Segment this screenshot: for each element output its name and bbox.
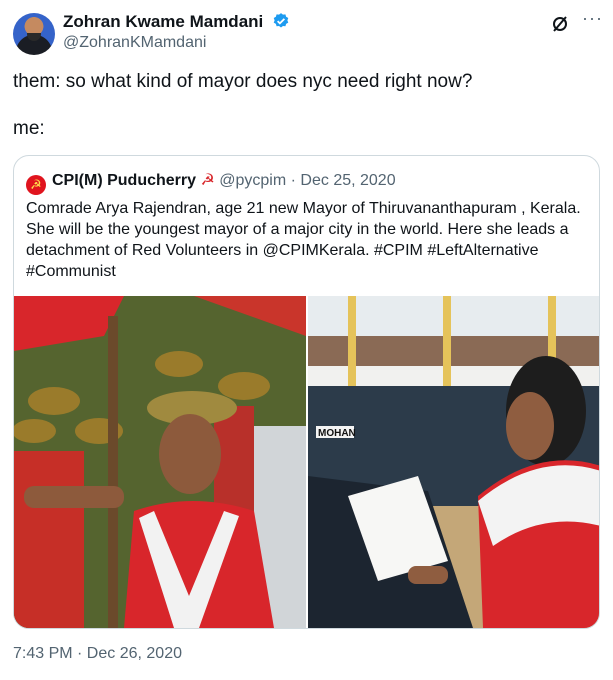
author-name-text: Zohran Kwame Mamdani (63, 12, 264, 31)
quote-image-1[interactable] (14, 296, 306, 628)
hammer-sickle-icon: ☭ (26, 175, 46, 195)
quote-header: ☭ CPI(M) Puducherry ☭ @pycpim · Dec 25, 2… (26, 170, 396, 195)
quoted-tweet[interactable]: ☭ CPI(M) Puducherry ☭ @pycpim · Dec 25, 2… (13, 155, 600, 629)
council-photo: MOHAN (308, 296, 599, 628)
name-plate: MOHAN (318, 428, 356, 439)
volunteer-photo (14, 296, 306, 628)
quote-emoji: ☭ (200, 172, 215, 189)
quote-handle: @pycpim (219, 172, 287, 189)
quote-date: · Dec 25, 2020 (290, 172, 396, 189)
verified-icon (273, 13, 289, 28)
tweet-timestamp[interactable]: 7:43 PM · Dec 26, 2020 (13, 645, 182, 663)
avatar[interactable] (13, 13, 55, 55)
author-handle[interactable]: @ZohranKMamdani (63, 34, 206, 52)
tweet-line-1: them: so what kind of mayor does nyc nee… (13, 71, 473, 92)
quote-image-2[interactable]: MOHAN (308, 296, 599, 628)
tweet-line-2: me: (13, 118, 45, 139)
quote-body: Comrade Arya Rajendran, age 21 new Mayor… (26, 200, 581, 280)
author-name[interactable]: Zohran Kwame Mamdani (63, 12, 290, 32)
quote-author-name: CPI(M) Puducherry (52, 172, 197, 189)
grok-icon[interactable] (550, 14, 570, 34)
more-icon[interactable]: ··· (582, 8, 603, 29)
